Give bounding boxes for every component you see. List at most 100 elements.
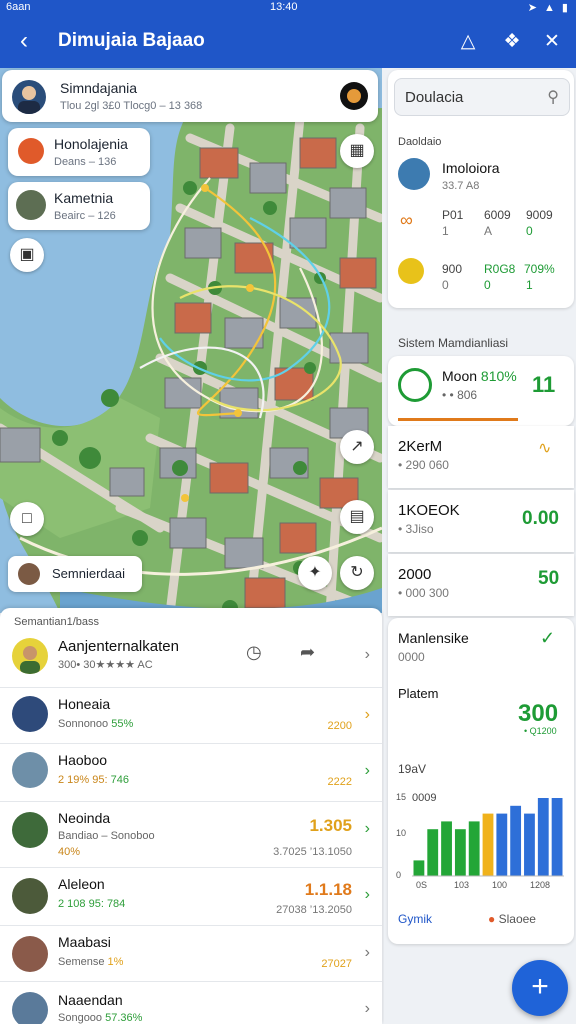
layers-button[interactable]: ▣ bbox=[10, 238, 44, 272]
chart-card-label: Platem bbox=[398, 686, 439, 701]
locate-button[interactable]: □ bbox=[10, 502, 44, 536]
row-sub: 2 108 95: 784 bbox=[58, 898, 126, 910]
avatar bbox=[12, 752, 48, 788]
list-item[interactable]: Honeaia Sonnonoo 55% 2200 › bbox=[0, 688, 382, 744]
chart-bar bbox=[482, 813, 494, 876]
row-name: Maabasi bbox=[58, 934, 111, 950]
metric-label: 709% bbox=[524, 262, 555, 276]
close-icon: ✕ bbox=[544, 31, 560, 52]
layers-icon: ▣ bbox=[19, 246, 35, 263]
chevron-right-icon[interactable]: › bbox=[365, 886, 370, 904]
moon-label: Moon 810% bbox=[442, 368, 517, 384]
chart-footer-right[interactable]: ● Slaoee bbox=[488, 912, 536, 926]
row-sub: Sonnonoo 55% bbox=[58, 718, 134, 730]
row-sub: 2 19% 95: 746 bbox=[58, 774, 129, 786]
carrier-label: 6aan bbox=[6, 1, 31, 13]
chart-y-tick: 15 bbox=[396, 792, 406, 802]
status-bar: 6aan 13:40 ➤ ▲ ▮ bbox=[0, 0, 576, 16]
avatar bbox=[12, 80, 46, 114]
status-avatar[interactable] bbox=[340, 82, 368, 110]
chart-x-tick: 1208 bbox=[530, 880, 550, 890]
featured-row[interactable]: Aanjenternalkaten 300• 30★★★★ AC ◷ ➦ › bbox=[0, 630, 382, 688]
tile-value: 0.00 bbox=[522, 508, 559, 529]
chart-footer-left[interactable]: Gymik bbox=[398, 912, 432, 926]
close-button[interactable]: ✕ bbox=[538, 28, 566, 56]
list-item[interactable]: Haoboo 2 19% 95: 746 2222 › bbox=[0, 744, 382, 802]
search-icon[interactable]: ⚲ bbox=[547, 87, 559, 107]
chart-x-tick: 0S bbox=[416, 880, 427, 890]
map-card-1[interactable]: Honolajenia Deans – 136 bbox=[8, 128, 150, 176]
list-item[interactable]: Maabasi Semense 1% 27027 › bbox=[0, 926, 382, 982]
map-chip[interactable]: Semnierdaai bbox=[8, 556, 142, 592]
plus-icon: + bbox=[531, 970, 549, 1003]
chevron-right-icon[interactable]: › bbox=[365, 762, 370, 780]
metric-label: P01 bbox=[442, 208, 464, 222]
moon-card[interactable]: Moon 810% • • 806 11 bbox=[388, 356, 574, 426]
chart-bar bbox=[441, 821, 452, 876]
avatar bbox=[12, 878, 48, 914]
row-name: Naaendan bbox=[58, 992, 123, 1008]
chart-card: Manlensike 0000 ✓ Platem 300 • Q1200 19a… bbox=[388, 618, 574, 944]
chevron-right-icon[interactable]: › bbox=[365, 820, 370, 838]
row-name: Honeaia bbox=[58, 696, 111, 712]
chart-bar bbox=[551, 798, 563, 876]
row-name: Aanjenternalkaten bbox=[58, 638, 179, 655]
chevron-right-icon[interactable]: › bbox=[365, 1000, 370, 1018]
avatar bbox=[12, 992, 48, 1024]
pin-button[interactable]: ❖ bbox=[498, 28, 526, 56]
map-view[interactable]: Simndajania Tlou 2gl 3£0 Tlocg0 – 13 368… bbox=[0, 68, 382, 613]
back-button[interactable]: ‹ bbox=[10, 26, 38, 56]
user-name: Simndajania bbox=[60, 80, 138, 96]
tile-1[interactable]: 2KerM • 290 060 ∿ bbox=[388, 426, 574, 488]
row-meta: 300• 30★★★★ AC bbox=[58, 659, 153, 671]
row-sub: Bandiao – Sonoboo bbox=[58, 830, 155, 842]
chart-card-big-sub: • Q1200 bbox=[524, 726, 557, 736]
chart-card-big-value: 300 bbox=[518, 700, 559, 727]
chevron-right-icon[interactable]: › bbox=[365, 706, 370, 724]
link-icon: ∞ bbox=[400, 210, 413, 230]
moon-value: 11 bbox=[532, 372, 556, 397]
list-header: Semantian1/bass bbox=[14, 616, 99, 628]
avatar bbox=[12, 638, 48, 674]
list-item[interactable]: Aleleon 2 108 95: 784 1.1.18 27038 ’13.2… bbox=[0, 868, 382, 926]
check-icon[interactable]: ✓ bbox=[540, 628, 555, 649]
tile-2[interactable]: 1KOEOK • 3Jiso 0.00 bbox=[388, 490, 574, 552]
search-box[interactable]: ⚲ bbox=[394, 78, 570, 116]
chevron-right-icon[interactable]: › bbox=[365, 646, 370, 664]
top-user-card[interactable]: Simndajania Tlou 2gl 3£0 Tlocg0 – 13 368 bbox=[2, 70, 378, 122]
map-card-name: Honolajenia bbox=[54, 136, 128, 152]
directions-button[interactable]: ↗ bbox=[340, 430, 374, 464]
tile-sub: • 3Jiso bbox=[398, 522, 434, 536]
share-button[interactable]: ▤ bbox=[340, 500, 374, 534]
alert-icon: ● bbox=[488, 912, 496, 926]
row-name: Haoboo bbox=[58, 752, 108, 768]
coin-icon bbox=[398, 258, 424, 284]
rotate-button[interactable]: ↻ bbox=[340, 556, 374, 590]
chart-y-tick: 10 bbox=[396, 828, 406, 838]
map-card-2[interactable]: Kametnia Beairc – 126 bbox=[8, 182, 150, 230]
metric-label: 9009 bbox=[526, 208, 553, 222]
row-name: Aleleon bbox=[58, 876, 105, 892]
profile-avatar bbox=[398, 158, 430, 190]
tile-title: 1KOEOK bbox=[398, 502, 460, 519]
list-item[interactable]: Naaendan Songooo 57.36% › bbox=[0, 982, 382, 1024]
tile-value: ∿ bbox=[538, 440, 552, 457]
row-small: 2222 bbox=[327, 776, 352, 788]
chevron-right-icon[interactable]: › bbox=[365, 944, 370, 962]
compass-button[interactable]: ✦ bbox=[298, 556, 332, 590]
user-meta: Tlou 2gl 3£0 Tlocg0 – 13 368 bbox=[60, 100, 203, 112]
tile-title: 2000 bbox=[398, 566, 432, 583]
metric-value: 1 bbox=[526, 278, 533, 292]
list-item[interactable]: Neoinda Bandiao – Sonoboo 40% 1.305 3.70… bbox=[0, 802, 382, 868]
search-input[interactable] bbox=[405, 87, 535, 107]
map-card-meta: Beairc – 126 bbox=[54, 210, 116, 222]
share-icon[interactable]: ➦ bbox=[300, 642, 315, 663]
add-button[interactable]: + bbox=[512, 960, 568, 1016]
route-button[interactable]: △ bbox=[454, 28, 482, 56]
map-mode-button[interactable]: ▦ bbox=[340, 134, 374, 168]
chart-bar bbox=[510, 805, 522, 876]
profile-sub: 33.7 A8 bbox=[442, 180, 480, 192]
tile-3[interactable]: 2000 • 000 300 50 bbox=[388, 554, 574, 616]
clock-icon[interactable]: ◷ bbox=[246, 642, 262, 663]
rotate-icon: ↻ bbox=[350, 564, 364, 581]
